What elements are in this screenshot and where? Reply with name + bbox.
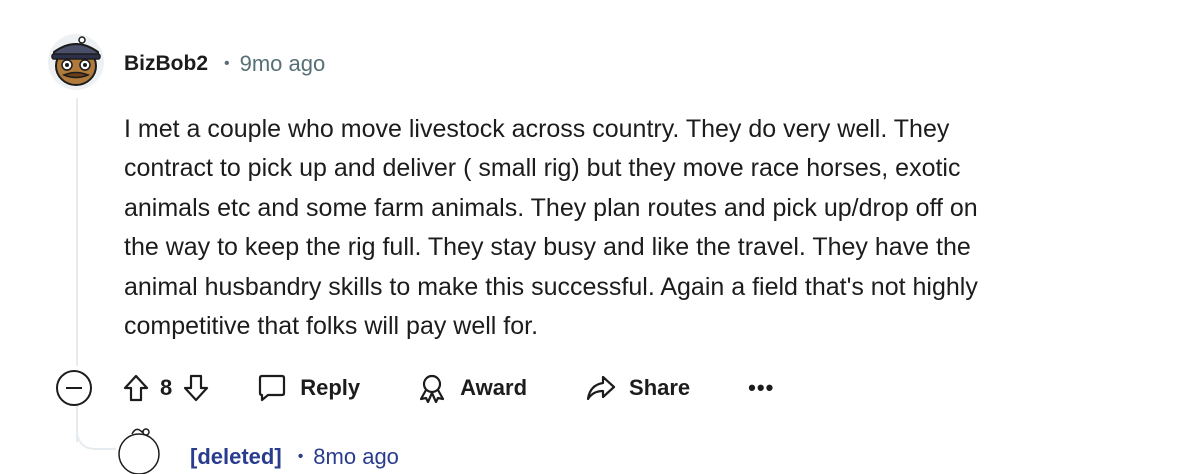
comment-body-line: animals etc and some farm animals. They … xyxy=(124,193,978,222)
vote-score: 8 xyxy=(160,375,173,400)
award-button[interactable]: Award xyxy=(416,372,527,404)
vote-control: 8 xyxy=(122,373,210,403)
comment-actions: 8 Reply Award Share ••• xyxy=(54,364,774,412)
more-options-button[interactable]: ••• xyxy=(748,375,774,401)
reply-button[interactable]: Reply xyxy=(256,373,360,403)
avatar[interactable] xyxy=(44,28,108,92)
comment-body-line: competitive that folks will pay well for… xyxy=(124,312,539,341)
reply-label: Reply xyxy=(300,375,361,400)
share-icon xyxy=(586,375,616,401)
reply-timestamp[interactable]: 8mo ago xyxy=(313,444,399,470)
comment-body-line: animal husbandry skills to make this suc… xyxy=(124,272,978,301)
award-icon xyxy=(420,374,445,404)
collapse-button[interactable] xyxy=(56,370,92,406)
deleted-author: [deleted] xyxy=(190,444,282,469)
comment-body-line: I met a couple who move livestock across… xyxy=(124,115,950,143)
timestamp[interactable]: 9mo ago xyxy=(240,51,326,77)
reply-header: [deleted] • 8mo ago xyxy=(190,444,399,470)
upvote-icon[interactable] xyxy=(122,373,150,403)
award-label: Award xyxy=(460,375,528,400)
comment-header: BizBob2 • 9mo ago xyxy=(124,48,325,80)
share-label: Share xyxy=(629,375,691,400)
share-button[interactable]: Share xyxy=(585,373,690,403)
thread-line xyxy=(76,98,78,366)
deleted-user-avatar xyxy=(118,428,160,474)
comment-body-line: the way to keep the rig full. They stay … xyxy=(124,233,971,262)
minus-icon xyxy=(66,387,82,389)
author-name[interactable]: BizBob2 xyxy=(124,52,208,76)
thread-connector xyxy=(76,414,116,450)
comment-bubble-icon xyxy=(259,374,286,402)
comment-body: I met a couple who move livestock across… xyxy=(124,110,1134,346)
meta-separator: • xyxy=(224,55,230,72)
meta-separator: • xyxy=(297,448,304,465)
downvote-icon[interactable] xyxy=(182,373,210,403)
comment-body-line: contract to pick up and deliver ( small … xyxy=(124,154,961,183)
